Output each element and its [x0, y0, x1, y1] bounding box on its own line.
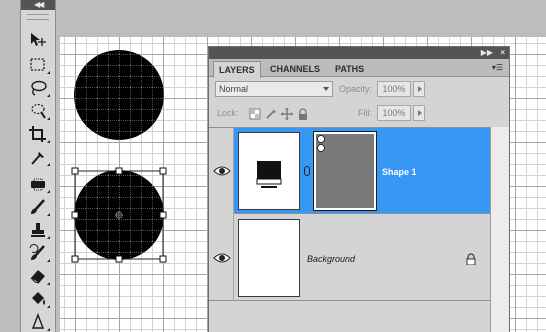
fill-label: Fill:: [358, 108, 372, 118]
eye-icon[interactable]: [213, 251, 231, 265]
tools-panel-titlebar[interactable]: ◀◀: [21, 0, 55, 10]
healing-brush-tool-icon[interactable]: [26, 174, 50, 194]
move-tool-icon[interactable]: [26, 30, 50, 50]
blend-mode-select[interactable]: Normal: [215, 81, 333, 97]
history-brush-tool-icon[interactable]: [26, 243, 50, 263]
tab-paths[interactable]: PATHS: [330, 61, 369, 77]
fill-field[interactable]: 100%: [377, 105, 411, 121]
lock-transparent-pixels-icon[interactable]: [249, 107, 261, 120]
circle-shape[interactable]: [74, 50, 164, 140]
lock-image-pixels-icon[interactable]: [265, 107, 277, 119]
fill-slider-button[interactable]: [413, 105, 425, 121]
eraser-tool-icon[interactable]: [26, 266, 50, 286]
visibility-column: [209, 128, 234, 214]
link-icon[interactable]: [304, 166, 310, 176]
selected-circle-shape[interactable]: [74, 170, 164, 260]
layers-panel-titlebar[interactable]: ▶▶ ×: [209, 47, 509, 59]
lock-position-icon[interactable]: [281, 107, 293, 120]
tools-panel: ◀◀: [20, 0, 56, 332]
opacity-field[interactable]: 100%: [377, 81, 411, 97]
panel-grip[interactable]: [27, 14, 49, 20]
photoshop-workspace: ◀◀ ▶▶ × LAYERS CHANNELS PATHS ▾☰ Normal …: [0, 0, 546, 332]
lasso-tool-icon[interactable]: [26, 78, 50, 98]
tab-channels[interactable]: CHANNELS: [265, 61, 325, 77]
layer-row-background[interactable]: Background: [209, 215, 491, 301]
chevron-down-icon: [323, 87, 329, 91]
blend-mode-value: Normal: [219, 84, 249, 94]
paint-bucket-tool-icon[interactable]: [26, 289, 50, 309]
eyedropper-tool-icon[interactable]: [26, 147, 50, 167]
layer-name[interactable]: Background: [307, 253, 355, 265]
visibility-column: [209, 215, 234, 301]
double-chevron-right-icon[interactable]: ▶▶: [481, 47, 493, 59]
tab-layers[interactable]: LAYERS: [213, 61, 261, 78]
panel-menu-icon[interactable]: ▾☰: [492, 62, 503, 74]
layer-thumbnail[interactable]: [238, 219, 300, 297]
eye-icon[interactable]: [213, 164, 231, 178]
lock-label: Lock:: [217, 108, 239, 118]
panel-tabs: LAYERS CHANNELS PATHS ▾☰: [209, 59, 509, 78]
lock-all-icon[interactable]: [297, 107, 309, 120]
layer-row-shape-1[interactable]: Shape 1: [209, 128, 491, 214]
blur-tool-icon[interactable]: [26, 312, 50, 332]
quick-selection-tool-icon[interactable]: [26, 101, 50, 121]
brush-tool-icon[interactable]: [26, 197, 50, 217]
vector-mask-thumbnail[interactable]: [313, 131, 377, 211]
marquee-tool-icon[interactable]: [26, 55, 50, 75]
close-icon[interactable]: ×: [500, 47, 505, 59]
double-chevron-left-icon[interactable]: ◀◀: [34, 0, 44, 10]
layers-panel: ▶▶ × LAYERS CHANNELS PATHS ▾☰ Normal Opa…: [208, 46, 510, 332]
layers-scrollbar[interactable]: [490, 127, 509, 332]
clone-stamp-tool-icon[interactable]: [26, 220, 50, 240]
layer-thumbnail[interactable]: [238, 132, 300, 210]
opacity-slider-button[interactable]: [413, 81, 425, 97]
opacity-label: Opacity:: [339, 84, 373, 94]
layer-name[interactable]: Shape 1: [382, 166, 417, 178]
lock-icon[interactable]: [465, 252, 477, 266]
crop-tool-icon[interactable]: [26, 124, 50, 144]
layers-list: Shape 1 Background: [209, 127, 491, 332]
